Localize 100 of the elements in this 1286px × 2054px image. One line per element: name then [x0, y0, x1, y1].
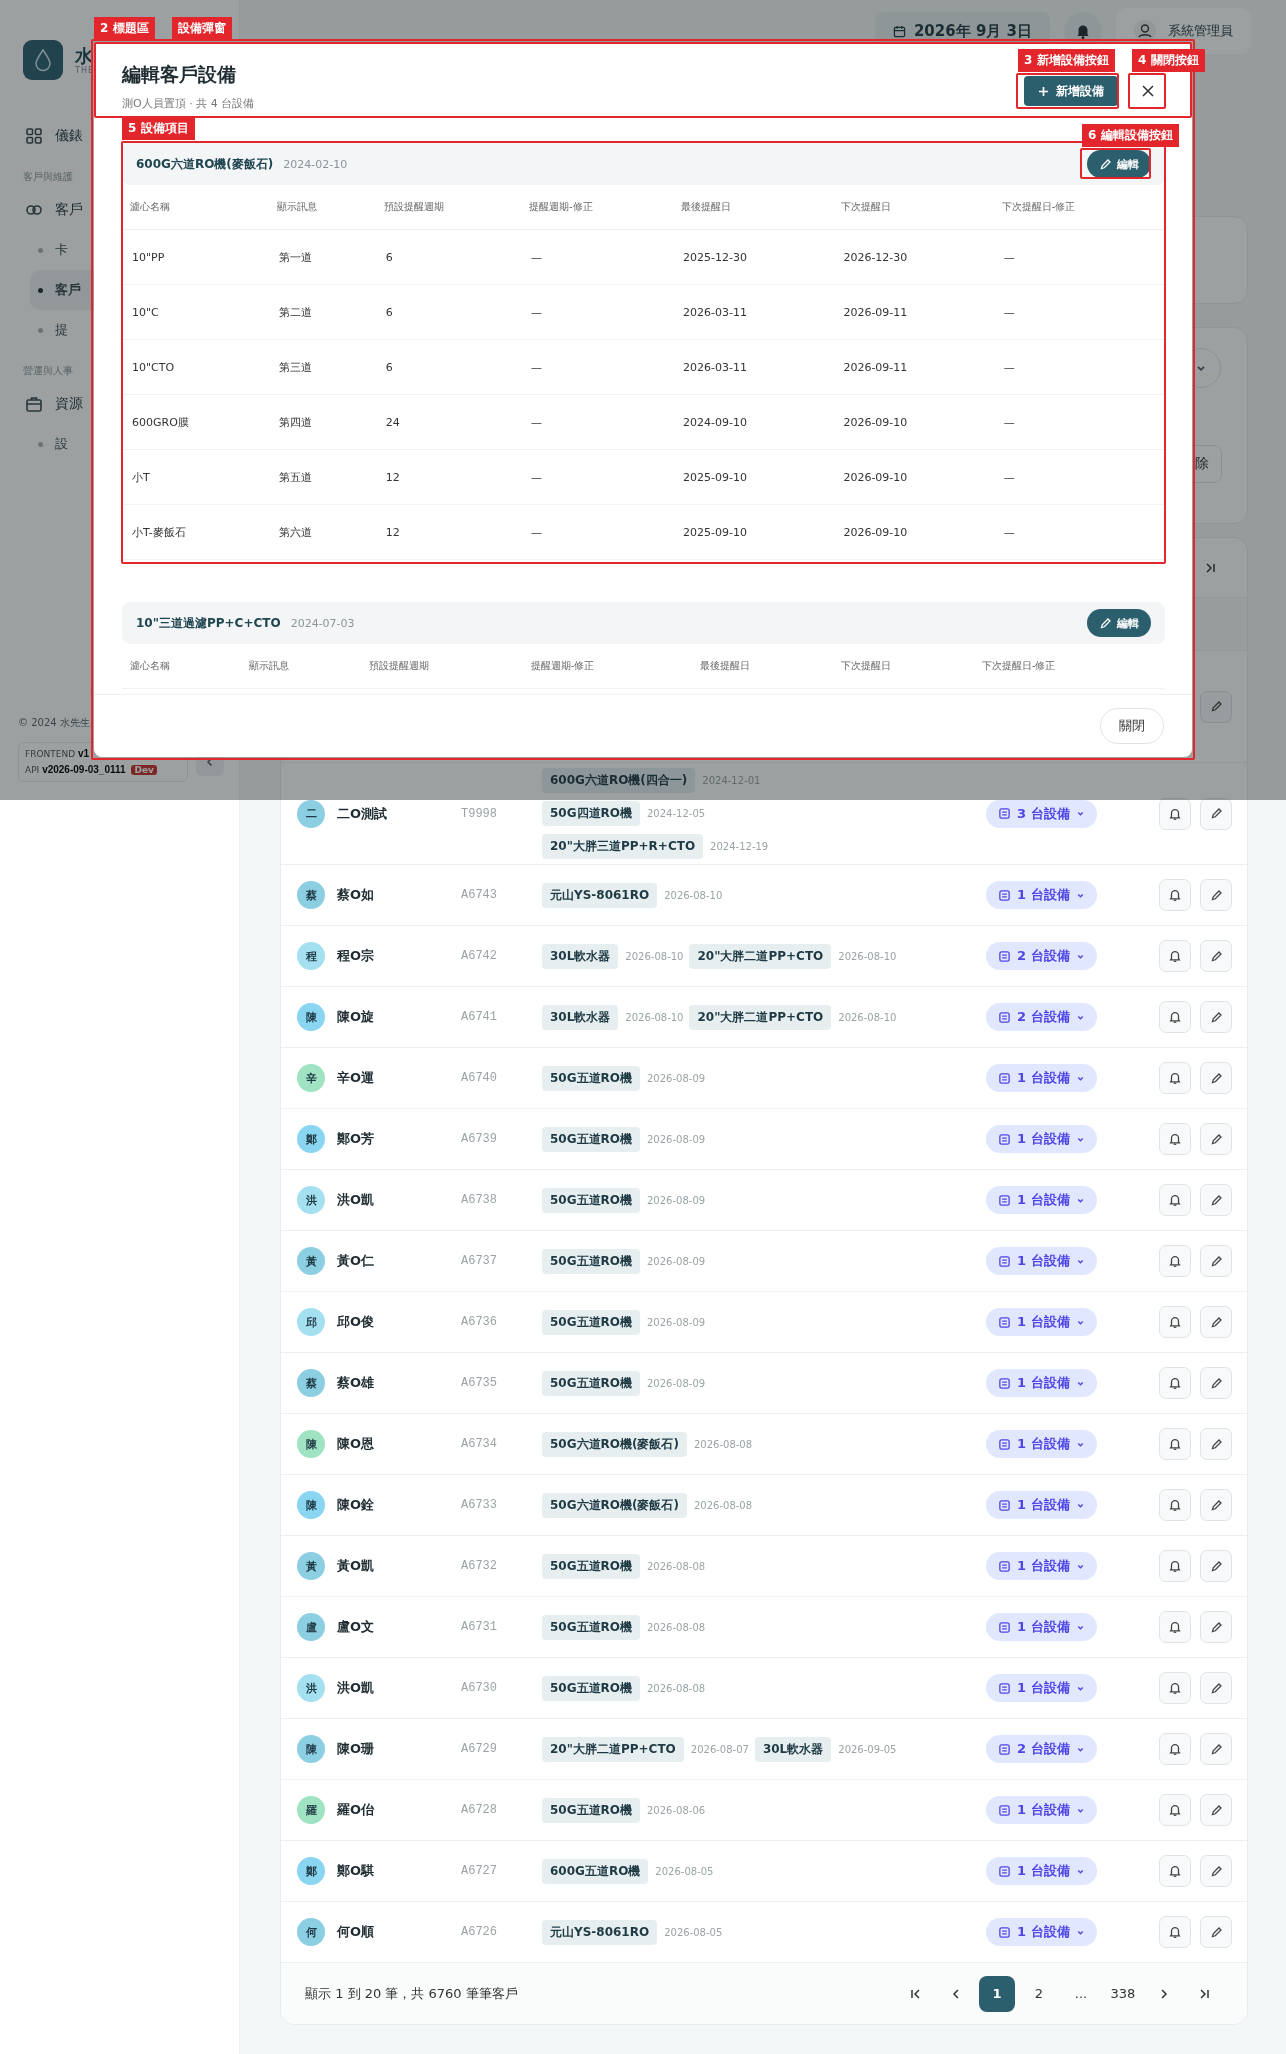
- customer-code: A6741: [461, 1010, 498, 1024]
- device-date: 2026-08-09: [647, 1194, 706, 1206]
- column-header: 下次提醒日: [833, 185, 994, 230]
- customer-name: 程O宗: [337, 947, 376, 965]
- table-cell: 2026-12-30: [833, 229, 994, 285]
- device-name: 600G六道RO機(麥飯石): [136, 155, 274, 173]
- table-cell: —: [993, 229, 1165, 285]
- device-tag: 50G六道RO機(麥飯石): [542, 1492, 687, 1518]
- avatar: 辛: [297, 1064, 325, 1092]
- device-tag: 600G六道RO機(四合一): [542, 768, 696, 793]
- logo-text: 水: [75, 45, 94, 66]
- device-tag: 50G五道RO機: [542, 1675, 640, 1701]
- device-tag: 50G五道RO機: [542, 1309, 640, 1335]
- device-date: 2026-08-08: [647, 1682, 706, 1694]
- device-date: 2026-08-10: [625, 950, 684, 962]
- column-header: 下次提醒日-修正: [973, 644, 1165, 689]
- device-date: 2026-08-05: [655, 1865, 714, 1877]
- device-date: 2026-08-08: [693, 1438, 753, 1450]
- customer-code: A6733: [461, 1498, 498, 1512]
- device-tag: 30L軟水器: [754, 1736, 832, 1762]
- device-date: 2026-08-10: [664, 889, 723, 901]
- device-tag: 50G五道RO機: [542, 1614, 640, 1640]
- device-date: 2026-08-09: [647, 1255, 706, 1267]
- customer-name: 羅O佁: [337, 1801, 376, 1819]
- table-cell: 第一道: [268, 229, 376, 285]
- annotation-label: 設備彈窗: [172, 17, 232, 40]
- avatar: 洪: [297, 1674, 325, 1702]
- customer-name: 蔡O雄: [337, 1374, 376, 1392]
- avatar: 何: [297, 1918, 325, 1946]
- table-cell: —: [520, 449, 674, 505]
- column-header: 提醒週期-修正: [520, 185, 674, 230]
- device-date: 2026-08-07: [690, 1743, 749, 1755]
- device-date: 2026-08-06: [647, 1804, 706, 1816]
- customer-code: A6739: [461, 1132, 498, 1146]
- customer-name: 陳O旋: [337, 1008, 376, 1026]
- avatar: 程: [297, 942, 325, 970]
- customer-code: A6727: [461, 1864, 498, 1878]
- device-tag: 600G五道RO機: [542, 1858, 649, 1884]
- annotation-label: 5 設備項目: [122, 117, 195, 140]
- avatar: 二: [297, 799, 325, 828]
- column-header: 下次提醒日: [833, 644, 974, 689]
- table-cell: —: [520, 394, 674, 450]
- customer-code: A6734: [461, 1437, 498, 1451]
- customer-code: A6736: [461, 1315, 498, 1329]
- column-header: 顯示訊息: [241, 644, 361, 689]
- customer-code: A6726: [461, 1925, 498, 1939]
- device-date: 2024-12-05: [647, 808, 706, 819]
- table-cell: —: [993, 449, 1165, 505]
- avatar: 洪: [297, 1186, 325, 1214]
- table-cell: —: [520, 284, 674, 340]
- avatar: 蔡: [297, 1369, 325, 1397]
- device-date: 2026-08-09: [647, 1316, 706, 1328]
- customer-name: 盧O文: [337, 1618, 376, 1636]
- avatar: 黃: [297, 1552, 325, 1580]
- device-tag: 50G五道RO機: [542, 1553, 640, 1579]
- device-tag: 20"大胖三道PP+R+CTO: [542, 834, 704, 859]
- table-cell: 6: [375, 339, 521, 395]
- table-cell: 2026-09-11: [833, 284, 994, 340]
- table-cell: 2026-09-11: [833, 339, 994, 395]
- annotation-label: 2 標題區: [94, 17, 155, 40]
- avatar: 蔡: [297, 881, 325, 909]
- device-date: 2026-09-05: [838, 1743, 897, 1755]
- customer-code: T9998: [461, 806, 498, 821]
- device-tag: 50G五道RO機: [542, 1797, 640, 1823]
- avatar: 邱: [297, 1308, 325, 1336]
- table-cell: 2025-09-10: [673, 449, 834, 505]
- customer-code: A6731: [461, 1620, 498, 1634]
- avatar: 陳: [297, 1003, 325, 1031]
- table-cell: 2026-03-11: [673, 339, 834, 395]
- avatar: 盧: [297, 1613, 325, 1641]
- column-header: 最後提醒日: [673, 185, 834, 230]
- table-cell: 第五道: [268, 449, 376, 505]
- column-header: 濾心名稱: [122, 644, 242, 689]
- device-tag: 元山YS-8061RO: [542, 1919, 658, 1945]
- customer-name: 鄭O芳: [337, 1130, 376, 1148]
- table-cell: —: [993, 394, 1165, 450]
- device-date: 2026-08-05: [664, 1926, 723, 1938]
- avatar: 羅: [297, 1796, 325, 1824]
- table-cell: 第六道: [268, 504, 376, 560]
- device-date: 2026-08-08: [647, 1560, 706, 1572]
- device-tag: 50G五道RO機: [542, 1065, 640, 1091]
- device-date: 2026-08-10: [838, 1011, 897, 1023]
- dialog-subtitle: 測O人員置頂 · 共 4 台設備: [122, 96, 255, 111]
- table-cell: —: [993, 339, 1165, 395]
- customer-name: 辛O運: [337, 1069, 376, 1087]
- column-header: 下次提醒日-修正: [993, 185, 1165, 230]
- device-date: 2026-08-08: [693, 1499, 753, 1511]
- device-tag: 20"大胖二道PP+CTO: [542, 1736, 684, 1762]
- customer-code: A6740: [461, 1071, 498, 1085]
- customer-code: A6728: [461, 1803, 498, 1817]
- dialog-title: 編輯客戶設備: [122, 62, 237, 87]
- column-header: 提醒週期-修正: [522, 644, 693, 689]
- device-date: 2026-08-09: [647, 1072, 706, 1084]
- pagination-summary: 顯示 1 到 20 筆，共 6760 筆筆客戶: [305, 1984, 518, 2003]
- column-header: 顯示訊息: [268, 185, 376, 230]
- customer-code: A6735: [461, 1376, 498, 1390]
- table-cell: 第四道: [268, 394, 376, 450]
- copyright-text: © 2024 水先生: [18, 716, 90, 730]
- customer-name: 何O順: [337, 1923, 376, 1941]
- customer-code: A6729: [461, 1742, 498, 1756]
